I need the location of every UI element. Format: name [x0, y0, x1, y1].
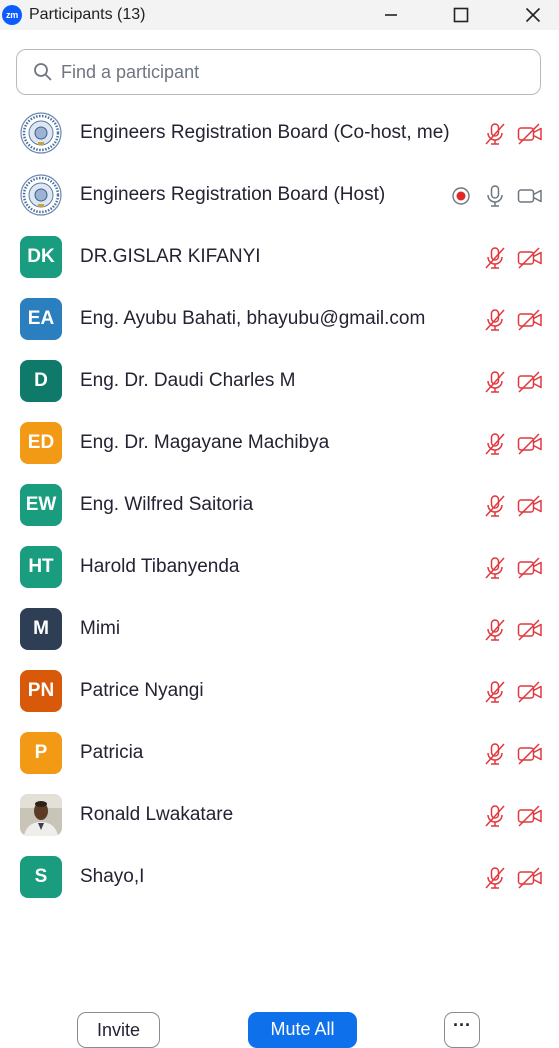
participant-row[interactable]: DK DR.GISLAR KIFANYI [0, 226, 559, 288]
avatar: PN [20, 670, 62, 712]
title-bar: zm Participants (13) [0, 0, 559, 30]
mic-muted-icon[interactable] [482, 245, 508, 271]
avatar: D [20, 360, 62, 402]
close-button[interactable] [510, 0, 556, 30]
mic-muted-icon[interactable] [482, 679, 508, 705]
participant-name: Shayo,I [80, 866, 145, 887]
camera-off-icon[interactable] [517, 493, 543, 519]
maximize-icon [453, 7, 469, 23]
participant-row[interactable]: M Mimi [0, 598, 559, 660]
mic-muted-icon[interactable] [482, 121, 508, 147]
camera-off-icon[interactable] [517, 741, 543, 767]
camera-off-icon[interactable] [517, 617, 543, 643]
participant-name: Ronald Lwakatare [80, 804, 234, 825]
mic-muted-icon[interactable] [482, 307, 508, 333]
search-icon [34, 63, 52, 81]
window-title: Participants (13) [29, 6, 146, 23]
minimize-button[interactable] [368, 0, 414, 30]
search-input[interactable] [59, 60, 503, 84]
participant-row[interactable]: HT Harold Tibanyenda [0, 536, 559, 598]
participant-name: Eng. Ayubu Bahati, bhayubu@gmail.com [80, 308, 426, 329]
recording-icon [448, 183, 474, 209]
minimize-icon [385, 14, 397, 16]
participant-name: Harold Tibanyenda [80, 556, 240, 577]
mic-muted-icon[interactable] [482, 803, 508, 829]
avatar: ED [20, 422, 62, 464]
participant-row[interactable]: ED Eng. Dr. Magayane Machibya [0, 412, 559, 474]
camera-off-icon[interactable] [517, 121, 543, 147]
participant-name: Mimi [80, 618, 121, 639]
maximize-button[interactable] [438, 0, 484, 30]
participant-row[interactable]: EA Eng. Ayubu Bahati, bhayubu@gmail.com [0, 288, 559, 350]
invite-button[interactable]: Invite [77, 1012, 160, 1048]
camera-off-icon[interactable] [517, 679, 543, 705]
more-options-button[interactable]: ··· [444, 1012, 480, 1048]
participant-name: DR.GISLAR KIFANYI [80, 246, 261, 267]
participant-name: Engineers Registration Board (Co-host, m… [80, 122, 450, 143]
participant-row[interactable]: D Eng. Dr. Daudi Charles M [0, 350, 559, 412]
participant-row[interactable]: P Patricia [0, 722, 559, 784]
mute-all-button[interactable]: Mute All [248, 1012, 357, 1048]
avatar: M [20, 608, 62, 650]
camera-off-icon[interactable] [517, 555, 543, 581]
participant-row[interactable]: Engineers Registration Board (Co-host, m… [0, 102, 559, 164]
mic-muted-icon[interactable] [482, 493, 508, 519]
participant-name: Patrice Nyangi [80, 680, 204, 701]
camera-off-icon[interactable] [517, 369, 543, 395]
close-icon [525, 7, 541, 23]
camera-off-icon[interactable] [517, 307, 543, 333]
avatar [20, 112, 62, 154]
search-box[interactable] [16, 49, 541, 95]
mic-muted-icon[interactable] [482, 555, 508, 581]
participant-row[interactable]: PN Patrice Nyangi [0, 660, 559, 722]
participant-row[interactable]: EW Eng. Wilfred Saitoria [0, 474, 559, 536]
mic-muted-icon[interactable] [482, 431, 508, 457]
avatar: DK [20, 236, 62, 278]
avatar: EA [20, 298, 62, 340]
zoom-logo-icon: zm [2, 5, 22, 25]
participant-name: Eng. Dr. Daudi Charles M [80, 370, 296, 391]
avatar: HT [20, 546, 62, 588]
mic-muted-icon[interactable] [482, 617, 508, 643]
participant-list: Engineers Registration Board (Co-host, m… [0, 102, 559, 908]
camera-off-icon[interactable] [517, 865, 543, 891]
participant-name: Eng. Dr. Magayane Machibya [80, 432, 330, 453]
mic-muted-icon[interactable] [482, 741, 508, 767]
mic-muted-icon[interactable] [482, 369, 508, 395]
participant-row[interactable]: Engineers Registration Board (Host) [0, 164, 559, 226]
avatar [20, 794, 62, 836]
mic-icon[interactable] [482, 183, 508, 209]
footer-bar: Invite Mute All ··· [0, 1000, 559, 1048]
camera-off-icon[interactable] [517, 803, 543, 829]
participant-name: Patricia [80, 742, 144, 763]
avatar: P [20, 732, 62, 774]
participant-name: Engineers Registration Board (Host) [80, 184, 386, 205]
participant-row[interactable]: S Shayo,I [0, 846, 559, 908]
camera-off-icon[interactable] [517, 431, 543, 457]
participant-row[interactable]: Ronald Lwakatare [0, 784, 559, 846]
camera-icon[interactable] [517, 183, 543, 209]
avatar [20, 174, 62, 216]
participant-name: Eng. Wilfred Saitoria [80, 494, 254, 515]
avatar: EW [20, 484, 62, 526]
camera-off-icon[interactable] [517, 245, 543, 271]
mic-muted-icon[interactable] [482, 865, 508, 891]
avatar: S [20, 856, 62, 898]
